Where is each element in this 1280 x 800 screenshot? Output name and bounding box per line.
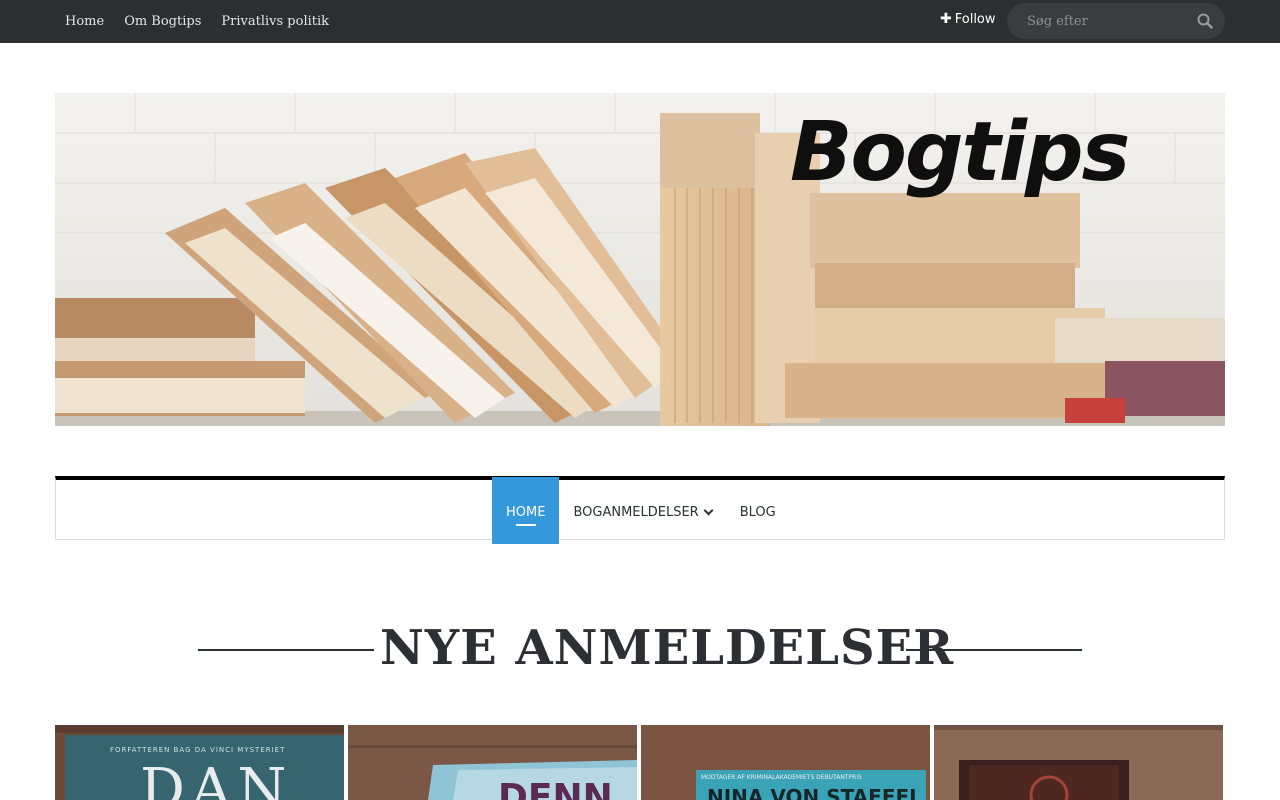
review-card[interactable]: FORFATTEREN BAG DA VINCI MYSTERIET DAN [55, 725, 344, 800]
section-heading: NYE ANMELDELSER [0, 618, 1280, 682]
main-nav-boganmeldelser[interactable]: BOGANMELDELSER [559, 480, 725, 544]
chevron-down-icon [703, 505, 714, 515]
book-cover-image [934, 725, 1223, 800]
review-card[interactable]: MODTAGER AF KRIMINALAKADEMIETS DEBUTANTP… [641, 725, 930, 800]
top-nav-home[interactable]: Home [55, 14, 114, 29]
top-bar: Home Om Bogtips Privatlivs politik ✚ Fol… [0, 0, 1280, 43]
top-nav: Home Om Bogtips Privatlivs politik [55, 0, 339, 43]
plus-icon: ✚ [940, 11, 952, 27]
cover-tagline: FORFATTEREN BAG DA VINCI MYSTERIET [110, 746, 286, 754]
cover-title: NINA VON STAFFEL [707, 785, 922, 800]
reviews-grid: FORFATTEREN BAG DA VINCI MYSTERIET DAN D… [55, 725, 1225, 800]
main-nav-boganmeldelser-label: BOGANMELDELSER [573, 504, 699, 520]
site-logo[interactable]: Bogtips [790, 105, 1130, 200]
main-nav-blog[interactable]: BLOG [726, 480, 790, 544]
cover-title: DAN [140, 757, 293, 800]
follow-button[interactable]: ✚ Follow [940, 11, 996, 27]
search-input[interactable] [1007, 3, 1187, 39]
follow-label: Follow [954, 11, 996, 27]
review-card[interactable] [934, 725, 1223, 800]
review-card[interactable]: DENN [348, 725, 637, 800]
main-nav-home[interactable]: HOME [492, 477, 560, 544]
top-nav-om-bogtips[interactable]: Om Bogtips [114, 14, 211, 29]
cover-title: DENN [498, 777, 613, 800]
section-title: NYE ANMELDELSER [380, 620, 955, 676]
search-icon[interactable] [1197, 13, 1213, 29]
cover-tagline: MODTAGER AF KRIMINALAKADEMIETS DEBUTANTP… [701, 774, 862, 781]
top-nav-privatlivs-politik[interactable]: Privatlivs politik [211, 14, 339, 29]
heading-divider-right [906, 649, 1082, 651]
search-box [1007, 3, 1225, 39]
heading-divider-left [198, 649, 374, 651]
header-banner[interactable]: Bogtips [55, 93, 1225, 426]
main-nav: HOME BOGANMELDELSER BLOG [55, 476, 1225, 544]
